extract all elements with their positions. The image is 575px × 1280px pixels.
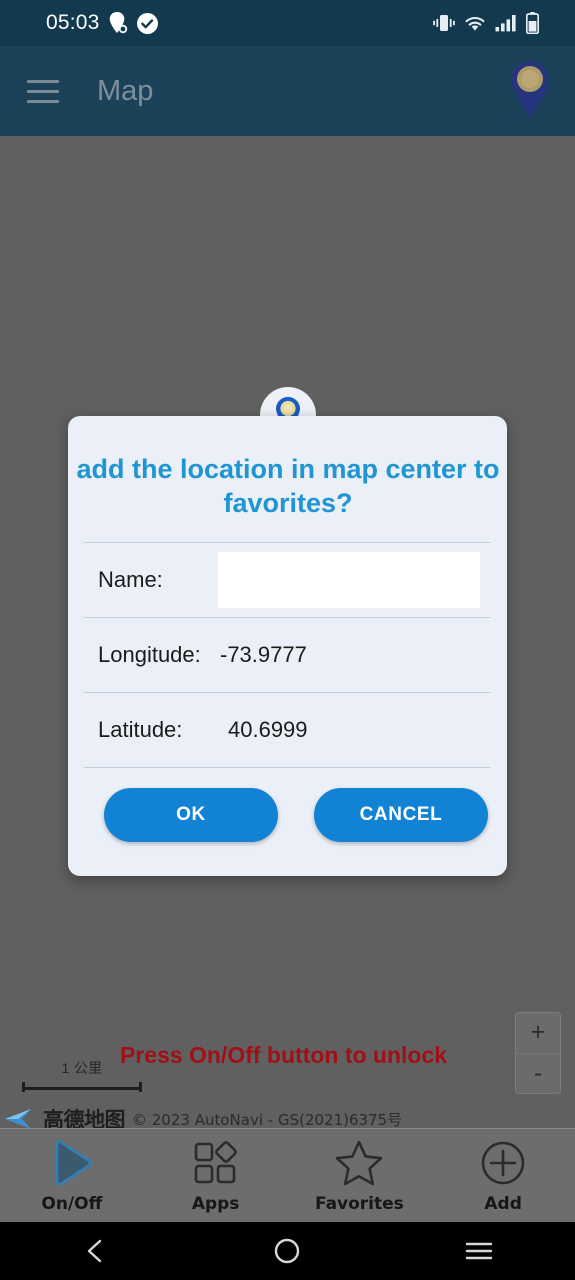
play-triangle-icon <box>48 1137 96 1189</box>
dialog-title-line2: favorites? <box>223 488 353 518</box>
dialog-fields: Name: Longitude: -73.9777 Latitude: 40.6… <box>84 542 491 767</box>
nav-item-add[interactable]: Add <box>431 1129 575 1223</box>
plus-circle-icon <box>479 1137 527 1189</box>
latitude-value: 40.6999 <box>228 717 308 742</box>
nav-label-onoff: On/Off <box>41 1194 103 1214</box>
cancel-button[interactable]: CANCEL <box>314 788 488 842</box>
longitude-row: Longitude: -73.9777 <box>84 617 491 692</box>
nav-label-apps: Apps <box>191 1194 240 1214</box>
longitude-value: -73.9777 <box>220 642 307 667</box>
latitude-row: Latitude: 40.6999 <box>84 692 491 767</box>
nav-label-favorites: Favorites <box>314 1194 404 1214</box>
system-navigation-bar <box>0 1222 575 1280</box>
home-circle-icon[interactable] <box>252 1222 322 1280</box>
back-chevron-icon[interactable] <box>61 1222 131 1280</box>
add-favorite-dialog: add the location in map center to favori… <box>68 416 507 876</box>
name-input[interactable] <box>218 552 480 608</box>
name-label: Name: <box>98 567 163 592</box>
phone-screen: 05:03 Map + - Press On/Off button to unl… <box>0 0 575 1280</box>
apps-grid-icon <box>192 1137 240 1189</box>
dialog-title: add the location in map center to favori… <box>68 452 507 520</box>
ok-button[interactable]: OK <box>104 788 278 842</box>
name-row: Name: <box>84 542 491 617</box>
nav-item-onoff[interactable]: On/Off <box>0 1129 144 1223</box>
nav-item-favorites[interactable]: Favorites <box>288 1129 432 1223</box>
star-icon <box>334 1137 384 1189</box>
nav-item-apps[interactable]: Apps <box>144 1129 288 1223</box>
nav-label-add: Add <box>484 1194 522 1214</box>
recents-menu-icon[interactable] <box>444 1222 514 1280</box>
bottom-nav: On/Off Apps Favorites Add <box>0 1128 575 1222</box>
dialog-title-line1: add the location in map center to <box>76 454 500 484</box>
dialog-actions: OK CANCEL <box>84 767 491 842</box>
